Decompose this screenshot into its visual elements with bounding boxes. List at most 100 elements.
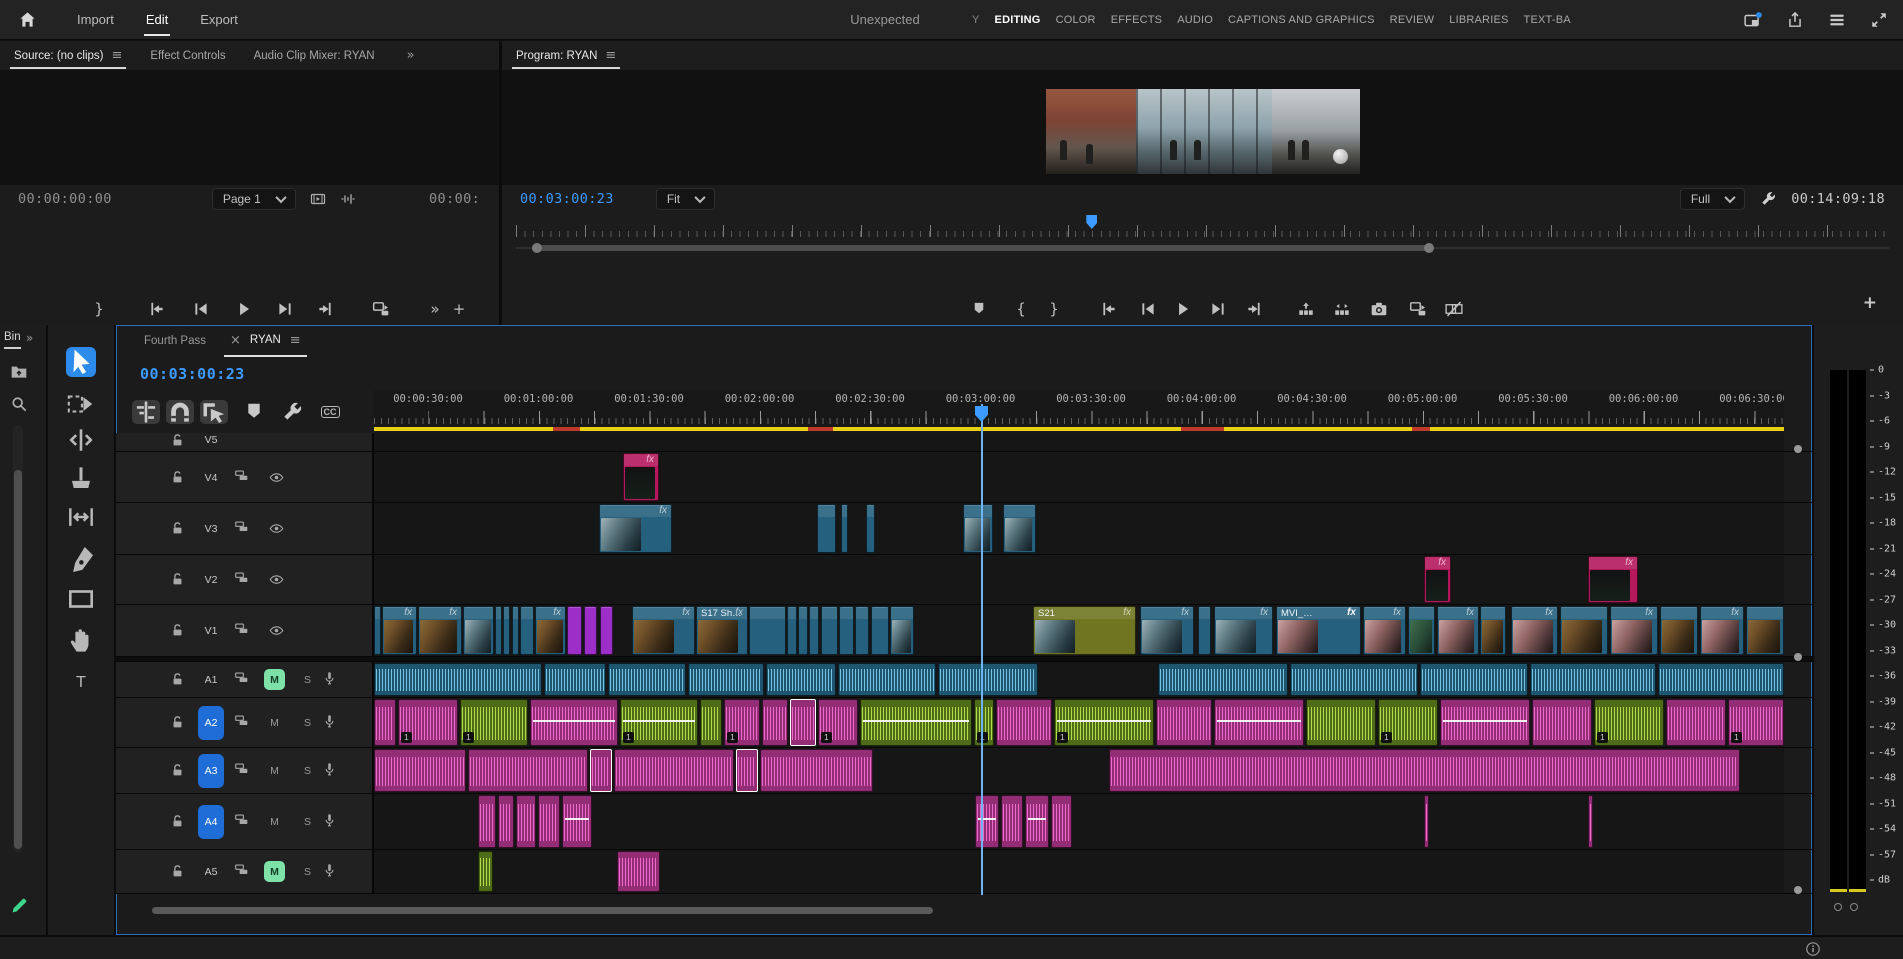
add-marker-icon[interactable]	[970, 300, 988, 318]
workspace-libraries[interactable]: LIBRARIES	[1449, 14, 1508, 26]
workspace-review[interactable]: REVIEW	[1390, 14, 1435, 26]
tool-razor[interactable]	[66, 464, 96, 494]
solo-button[interactable]: S	[297, 712, 318, 733]
mute-button[interactable]: M	[264, 712, 285, 733]
timeline-tab-fourth-pass[interactable]: Fourth Pass	[126, 335, 224, 347]
video-clip[interactable]	[866, 504, 875, 553]
audio-clip[interactable]: 1	[974, 699, 994, 746]
video-clip[interactable]	[817, 504, 836, 553]
mic-icon[interactable]	[322, 813, 337, 828]
scrollbar-thumb[interactable]	[537, 245, 1429, 251]
vertical-scroll-handle-mid[interactable]	[1794, 653, 1802, 661]
sync-icon[interactable]	[234, 670, 249, 685]
video-clip[interactable]	[1746, 606, 1784, 655]
video-clip[interactable]	[749, 606, 786, 655]
sync-icon[interactable]	[234, 468, 249, 483]
step-forward-icon[interactable]	[1209, 300, 1227, 318]
snap-icon[interactable]	[166, 400, 194, 424]
resolution-select[interactable]: Full	[1680, 188, 1745, 210]
insert-icon[interactable]	[1409, 300, 1427, 318]
vertical-scroll-handle-top[interactable]	[1794, 445, 1802, 453]
track-target-a1[interactable]: A1	[198, 670, 224, 690]
video-clip[interactable]: fx	[1588, 556, 1638, 603]
workspace-audio[interactable]: AUDIO	[1177, 14, 1213, 26]
audio-clip[interactable]	[688, 663, 764, 696]
go-to-in-icon[interactable]	[148, 300, 166, 318]
timeline-tab-ryan[interactable]: ×RYAN≡	[224, 325, 307, 357]
track-target-v1[interactable]: V1	[198, 621, 224, 641]
tool-slip[interactable]	[66, 502, 96, 532]
audio-clip[interactable]: 1	[818, 699, 858, 746]
track-header-a4[interactable]: A4MS	[116, 794, 374, 849]
scrollbar-right-handle[interactable]	[1424, 243, 1434, 253]
audio-clip[interactable]	[1158, 663, 1288, 696]
insert-icon[interactable]	[372, 300, 390, 318]
bin-scrollbar[interactable]	[13, 425, 23, 853]
mark-out-icon[interactable]: }	[1045, 300, 1063, 318]
info-icon[interactable]	[1805, 941, 1821, 957]
video-clip[interactable]	[374, 606, 381, 655]
settings-wrench-icon[interactable]	[1759, 190, 1777, 208]
timeline-ruler[interactable]: 00:00:30:0000:01:00:0000:01:30:0000:02:0…	[374, 390, 1784, 433]
tab-audio-clip-mixer-ryan[interactable]: Audio Clip Mixer: RYAN	[240, 41, 389, 70]
audio-clip[interactable]	[530, 699, 618, 746]
tool-hand[interactable]	[66, 625, 96, 655]
video-clip[interactable]	[1408, 606, 1435, 655]
lock-icon[interactable]	[170, 433, 185, 448]
panel-menu-icon[interactable]: ≡	[111, 48, 122, 63]
audio-clip[interactable]	[374, 699, 396, 746]
audio-clip[interactable]	[1306, 699, 1376, 746]
mark-out-icon[interactable]: }	[90, 300, 108, 318]
sync-icon[interactable]	[234, 621, 249, 636]
eye-icon[interactable]	[268, 521, 285, 536]
audio-clip[interactable]	[544, 663, 606, 696]
lock-icon[interactable]	[170, 470, 185, 485]
video-clip[interactable]: fx	[418, 606, 462, 655]
solo-button[interactable]: S	[297, 669, 318, 690]
audio-clip[interactable]: 1	[1378, 699, 1438, 746]
workspace-color[interactable]: COLOR	[1056, 14, 1096, 26]
track-target-v2[interactable]: V2	[198, 570, 224, 590]
track-lane-a4[interactable]	[374, 794, 1784, 849]
audio-clip[interactable]: 1	[620, 699, 698, 746]
video-clip[interactable]	[584, 606, 597, 655]
audio-clip[interactable]	[1420, 663, 1528, 696]
audio-clip[interactable]	[1001, 795, 1023, 848]
video-clip[interactable]	[512, 606, 519, 655]
video-clip[interactable]	[839, 606, 854, 655]
panel-overflow-icon[interactable]: »	[26, 331, 33, 345]
audio-clip[interactable]	[538, 795, 560, 848]
quick-export-icon[interactable]	[1743, 11, 1763, 29]
timeline-horizontal-scrollbar[interactable]	[152, 907, 933, 914]
track-header-v5[interactable]: V5	[116, 433, 374, 451]
video-clip[interactable]: fx	[1363, 606, 1406, 655]
audio-clip[interactable]	[608, 663, 686, 696]
audio-clip[interactable]	[1532, 699, 1592, 746]
mute-button[interactable]: M	[264, 861, 285, 882]
solo-button[interactable]: S	[297, 861, 318, 882]
track-lane-v4[interactable]: fx	[374, 452, 1784, 502]
sync-icon[interactable]	[234, 761, 249, 776]
audio-clip[interactable]: 1	[1054, 699, 1154, 746]
audio-clip[interactable]	[478, 795, 496, 848]
settings-icon[interactable]	[280, 400, 304, 424]
program-playhead[interactable]	[1086, 215, 1097, 229]
lock-icon[interactable]	[170, 715, 185, 730]
video-clip[interactable]	[841, 504, 848, 553]
go-to-out-icon[interactable]	[316, 300, 334, 318]
menu-edit[interactable]: Edit	[144, 1, 170, 38]
track-lane-v2[interactable]: fxfx	[374, 555, 1784, 604]
tab-program-ryan[interactable]: Program: RYAN≡	[502, 41, 630, 70]
fullscreen-icon[interactable]	[1869, 11, 1889, 29]
track-header-v1[interactable]: V1	[116, 605, 374, 656]
track-header-v2[interactable]: V2	[116, 555, 374, 604]
audio-clip[interactable]	[1530, 663, 1656, 696]
mute-button[interactable]: M	[264, 760, 285, 781]
workspace-editing[interactable]: EDITING	[995, 14, 1041, 26]
track-lane-a2[interactable]: 1111111111	[374, 698, 1784, 747]
sync-icon[interactable]	[234, 713, 249, 728]
tool-ripple-edit[interactable]	[66, 425, 96, 455]
tab-overflow-icon[interactable]: »	[407, 48, 415, 63]
video-clip[interactable]	[1660, 606, 1698, 655]
audio-clip[interactable]	[838, 663, 936, 696]
